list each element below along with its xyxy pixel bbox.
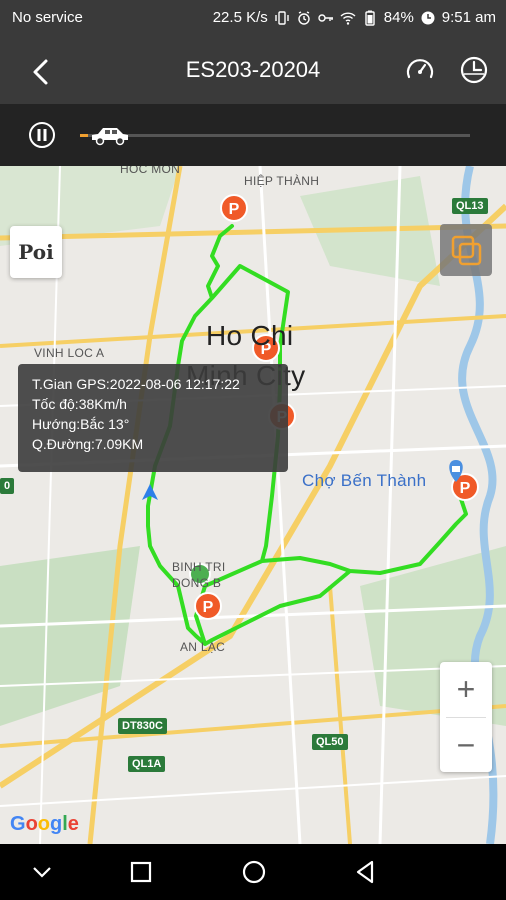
zoom-in-button[interactable]: + xyxy=(440,662,492,717)
car-slider-icon[interactable] xyxy=(88,122,132,148)
shield-ql50: QL50 xyxy=(312,734,348,750)
info-direction: Hướng:Bắc 13° xyxy=(32,416,130,432)
road-major xyxy=(328,585,352,844)
gps-info-popup: T.Gian GPS:2022-08-06 12:17:22 Tốc độ:38… xyxy=(18,364,288,472)
clock-icon xyxy=(421,11,435,24)
playback-progress-fill xyxy=(80,134,88,137)
playback-bar xyxy=(0,104,506,166)
shield-edge: 0 xyxy=(0,478,15,494)
layers-icon[interactable] xyxy=(440,224,492,276)
poi-button[interactable]: Poi xyxy=(10,226,62,278)
svg-text:P: P xyxy=(229,201,240,218)
alarm-icon xyxy=(298,10,310,25)
road-major xyxy=(87,166,183,844)
label-hoc-mon: HOC MON xyxy=(120,166,181,176)
clock-history-icon[interactable] xyxy=(458,54,490,86)
key-icon xyxy=(318,13,333,22)
label-city-line1: Ho Chi xyxy=(206,320,294,351)
zoom-control: + − xyxy=(440,662,492,772)
road-major xyxy=(0,704,506,748)
map-view[interactable]: P P P P P HOC MON HIỆP THÀNH VINH LOC A … xyxy=(0,166,506,844)
shield-ql1a: QL1A xyxy=(128,756,166,772)
label-hiep-thanh: HIỆP THÀNH xyxy=(244,174,320,188)
label-vinh-loc-a: VINH LOC A xyxy=(34,346,105,360)
wifi-icon xyxy=(340,11,356,25)
recents-icon[interactable] xyxy=(127,858,155,886)
battery-percent: 84% xyxy=(383,9,414,26)
label-binh-tri-2: DONG B xyxy=(172,576,222,590)
carrier-text: No service xyxy=(12,9,83,26)
svg-text:P: P xyxy=(460,480,471,497)
back-triangle-icon[interactable] xyxy=(352,858,380,886)
parking-marker: P xyxy=(194,592,222,620)
status-right: 22.5 K/s 84% 9:51 am xyxy=(213,9,496,26)
network-speed: 22.5 K/s xyxy=(212,9,268,26)
info-gps-time: T.Gian GPS:2022-08-06 12:17:22 xyxy=(32,376,240,392)
zoom-out-button[interactable]: − xyxy=(440,718,492,773)
parking-marker: P xyxy=(220,194,248,222)
road-minor xyxy=(258,166,302,844)
pause-icon[interactable] xyxy=(28,121,56,149)
info-speed: Tốc độ:38Km/h xyxy=(32,396,127,412)
home-icon[interactable] xyxy=(240,858,268,886)
map-base: P P P P P xyxy=(0,166,506,844)
speedometer-icon[interactable] xyxy=(404,54,436,86)
status-bar: No service 22.5 K/s 84% 9:51 am xyxy=(0,0,506,36)
google-logo: Google xyxy=(10,813,79,835)
road-minor xyxy=(0,775,506,807)
label-an-lac: AN LẠC xyxy=(180,640,226,654)
shield-dt830c: DT830C xyxy=(118,718,167,734)
info-distance: Q.Đường:7.09KM xyxy=(32,436,144,452)
system-nav-bar xyxy=(0,844,506,900)
app-header: ES203-20204 xyxy=(0,36,506,104)
shield-ql13: QL13 xyxy=(452,198,488,214)
chevron-down-icon[interactable] xyxy=(28,858,56,886)
battery-icon xyxy=(365,10,375,26)
clock-time: 9:51 am xyxy=(441,9,496,26)
playback-track[interactable] xyxy=(80,134,470,137)
vibrate-icon xyxy=(275,10,289,25)
svg-text:P: P xyxy=(203,599,214,616)
label-binh-tri-1: BINH TRI xyxy=(172,560,226,574)
label-cho-ben-thanh: Chợ Bến Thành xyxy=(302,471,427,490)
